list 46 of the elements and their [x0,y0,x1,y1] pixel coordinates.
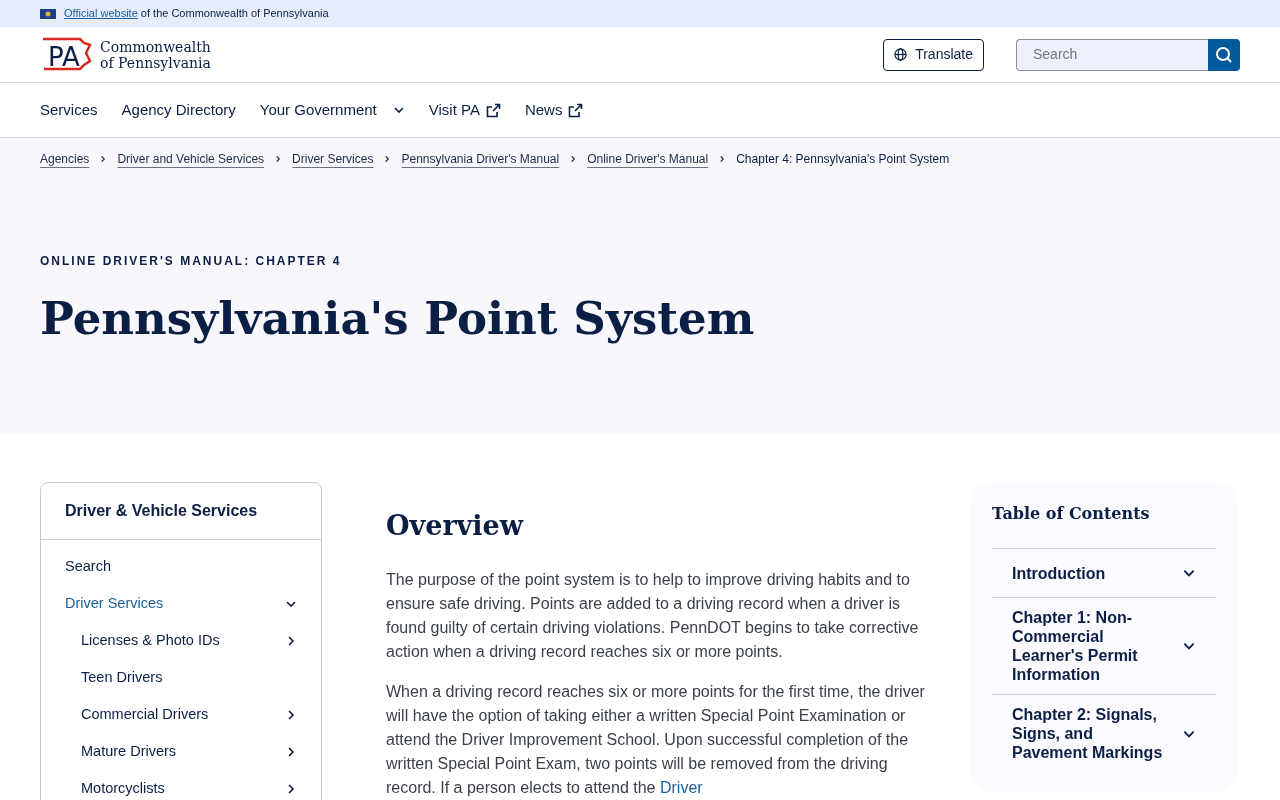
translate-button[interactable]: Translate [883,38,984,71]
chevron-right-icon [569,155,578,163]
search-field[interactable]: Search [1016,38,1208,71]
sidebar-item[interactable]: Driver Services [41,585,321,622]
toc-item[interactable]: Introduction [992,548,1216,597]
chevron-right-icon [99,155,108,163]
external-link-icon [485,102,501,118]
sidebar-item[interactable]: Motorcyclists [41,770,321,800]
chevron-down-icon [392,104,405,116]
sidebar-item[interactable]: Mature Drivers [41,733,321,770]
nav-link[interactable]: News [524,98,584,122]
sidebar-item[interactable]: Teen Drivers [41,659,321,696]
flag-icon [40,8,56,19]
chevron-right-icon [274,155,283,163]
nav-link[interactable]: Services [40,98,98,122]
chevron-right-icon [383,155,392,163]
breadcrumb-link[interactable]: Pennsylvania Driver's Manual [401,150,560,168]
sidebar-item[interactable]: Commercial Drivers [41,696,321,733]
banner-text: of the Commonwealth of Pennsylvania [140,7,329,20]
sidebar-title: Driver & Vehicle Services [41,483,321,540]
breadcrumb-current: Chapter 4: Pennsylvania's Point System [736,151,950,168]
breadcrumb-link[interactable]: Driver Services [292,150,374,168]
chevron-right-icon [718,155,727,163]
toc-item[interactable]: Chapter 2: Signals, Signs, and Pavement Markings [992,694,1216,772]
page-eyebrow: ONLINE DRIVER'S MANUAL: CHAPTER 4 [40,253,343,270]
sidebar-item[interactable]: Licenses & Photo IDs [41,622,321,659]
nav-link[interactable]: Your Government [259,98,405,122]
search-button[interactable] [1208,38,1240,71]
toc-item[interactable]: Chapter 1: Non-Commercial Learner's Permit Information [992,597,1216,694]
toc-title: Table of Contents [992,503,1151,525]
sidebar-item[interactable]: Search [41,548,321,585]
search-icon [1215,45,1233,64]
site-logo[interactable]: PA Commonwealth of Pennsylvania [40,34,211,75]
nav-link[interactable]: Visit PA [428,98,501,122]
paragraph: When a driving record reaches six or more points for the first time, the driver will have the option of taking either a written Special Point Examination or attend the Driver Improvement School. Upon successful completion of the written Special Point Exam, two points will be removed from the driving record. If a person elects to attend the Driver [386,682,926,799]
breadcrumb-link[interactable]: Agencies [40,150,90,168]
text-link[interactable]: Driver [659,779,703,797]
paragraph: The purpose of the point system is to help to improve driving habits and to ensure safe driving. Points are added to a driving record when a driver is found guilty of certain driving violations. PennDOT begins to take corrective action when a driving record reaches six or more points. [386,570,920,663]
breadcrumb-link[interactable]: Online Driver's Manual [587,150,709,168]
section-heading: Overview [386,510,525,543]
nav-link[interactable]: Agency Directory [121,98,236,122]
breadcrumb-link[interactable]: Driver and Vehicle Services [117,150,265,168]
globe-icon [894,48,908,61]
page-title: Pennsylvania's Point System [40,292,756,346]
official-website-link[interactable]: Official website [64,7,138,20]
external-link-icon [568,102,584,118]
